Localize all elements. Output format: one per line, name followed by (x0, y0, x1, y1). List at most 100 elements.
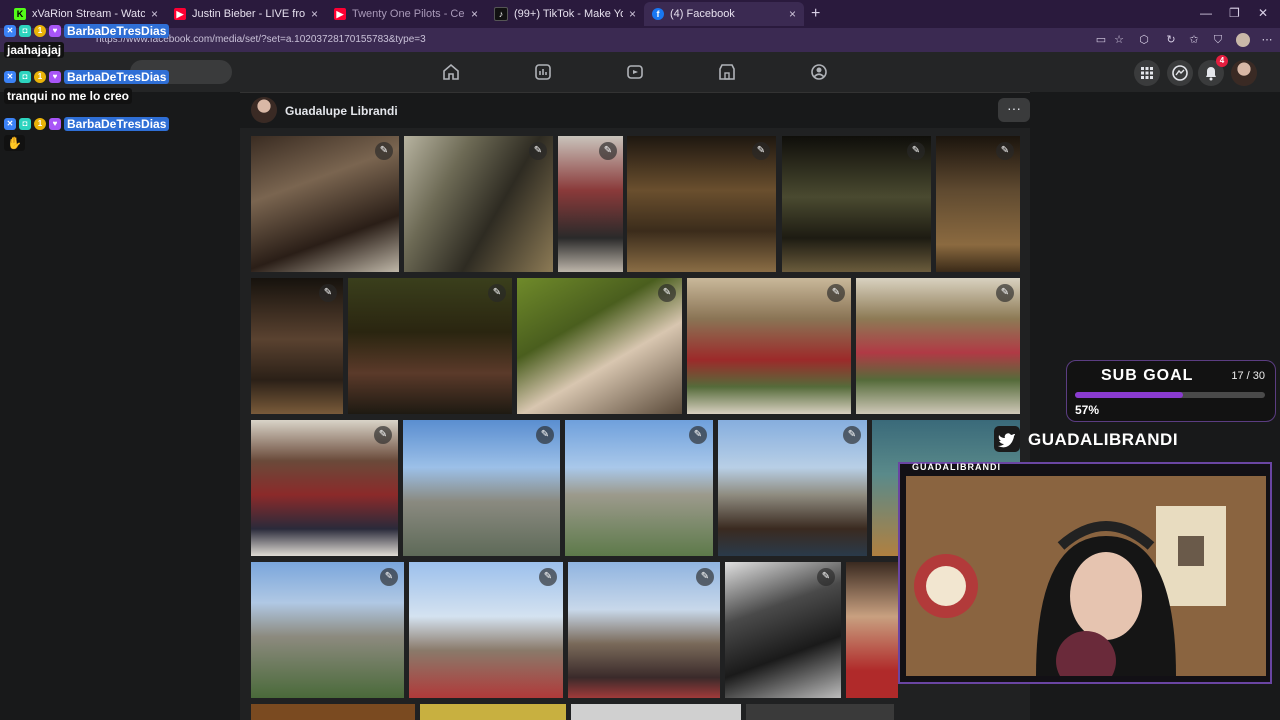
edit-icon[interactable]: ✎ (689, 426, 707, 444)
edit-icon[interactable]: ✎ (696, 568, 714, 586)
chat-username: BarbaDeTresDias (64, 117, 170, 131)
tab-youtube-top[interactable]: ▶ Twenty One Pilots - Center Mass × (326, 2, 486, 26)
shield-icon[interactable]: ⛉ (1211, 33, 1225, 47)
chat-username: BarbaDeTresDias (64, 24, 170, 38)
notification-badge: 4 (1216, 55, 1228, 67)
messenger-icon (1172, 65, 1188, 81)
close-tab-icon[interactable]: × (629, 7, 636, 21)
edit-icon[interactable]: ✎ (374, 426, 392, 444)
photo-thumbnail[interactable]: ✎ (568, 562, 720, 698)
edit-icon[interactable]: ✎ (319, 284, 337, 302)
edit-icon[interactable]: ✎ (658, 284, 676, 302)
close-tab-icon[interactable]: × (311, 7, 318, 21)
photo-thumbnail[interactable] (251, 704, 415, 720)
profile-icon[interactable] (1236, 33, 1250, 47)
photo-thumbnail[interactable] (420, 704, 566, 720)
sub-icon: ♥ (49, 118, 61, 130)
sub-goal-percent: 57% (1075, 403, 1100, 417)
level-icon: 1 (34, 118, 46, 130)
photo-thumbnail[interactable]: ✎ (687, 278, 851, 414)
owner-avatar[interactable] (251, 97, 277, 123)
refresh-icon[interactable]: ↻ (1164, 33, 1178, 47)
edit-icon[interactable]: ✎ (996, 284, 1014, 302)
twitter-handle-text: GUADALIBRANDI (1028, 430, 1179, 449)
favorites-icon[interactable]: ✩ (1187, 33, 1201, 47)
photo-thumbnail[interactable]: ✎ (856, 278, 1020, 414)
sub-goal-progress-fill (1075, 392, 1184, 398)
sub-icon: ♥ (49, 25, 61, 37)
close-tab-icon[interactable]: × (471, 7, 478, 21)
youtube-icon: ▶ (174, 8, 186, 20)
chat-username: BarbaDeTresDias (64, 70, 170, 84)
menu-grid-button[interactable] (1134, 60, 1160, 86)
chat-message: ✕ ◘ 1 ♥ BarbaDeTresDias jaahajajaj (4, 22, 234, 59)
webcam-feed (906, 476, 1266, 676)
edit-icon[interactable]: ✎ (488, 284, 506, 302)
photo-thumbnail[interactable]: ✎ (251, 420, 398, 556)
messenger-button[interactable] (1167, 60, 1193, 86)
chat-text: jaahajajaj (4, 42, 65, 58)
account-avatar[interactable] (1231, 60, 1257, 86)
edit-icon[interactable]: ✎ (907, 142, 925, 160)
photo-thumbnail[interactable]: ✎ (348, 278, 512, 414)
edit-icon[interactable]: ✎ (752, 142, 770, 160)
photo-thumbnail[interactable]: ✎ (517, 278, 682, 414)
watch-icon[interactable] (534, 63, 552, 81)
new-tab-icon[interactable]: + (811, 5, 820, 23)
photo-thumbnail[interactable]: ✎ (718, 420, 867, 556)
photo-thumbnail[interactable]: ✎ (409, 562, 563, 698)
album-owner-name[interactable]: Guadalupe Librandi (285, 104, 398, 118)
menu-icon[interactable]: ⋯ (1260, 33, 1274, 47)
close-icon[interactable]: ✕ (1258, 6, 1268, 20)
maximize-icon[interactable]: ❐ (1229, 6, 1240, 20)
chat-text: tranqui no me lo creo (4, 88, 133, 104)
chat-text: ✋ (4, 135, 25, 151)
chat-message: ✕ ◘ 1 ♥ BarbaDeTresDias ✋ (4, 115, 234, 152)
edit-icon[interactable]: ✎ (539, 568, 557, 586)
photo-thumbnail[interactable]: ✎ (251, 278, 343, 414)
sub-icon: ♥ (49, 71, 61, 83)
badge-icon: ✕ (4, 25, 16, 37)
edit-icon[interactable]: ✎ (827, 284, 845, 302)
photo-thumbnail[interactable]: ✎ (565, 420, 713, 556)
edit-icon[interactable]: ✎ (375, 142, 393, 160)
photo-thumbnail[interactable]: ✎ (558, 136, 623, 272)
edit-icon[interactable]: ✎ (599, 142, 617, 160)
edit-icon[interactable]: ✎ (536, 426, 554, 444)
edit-icon[interactable]: ✎ (817, 568, 835, 586)
tab-tiktok[interactable]: ♪ (99+) TikTok - Make Your Day × (486, 2, 644, 26)
marketplace-icon[interactable] (718, 63, 736, 81)
photo-thumbnail[interactable]: ✎ (251, 562, 404, 698)
photo-thumbnail[interactable]: ✎ (627, 136, 776, 272)
sub-goal-title: SUB GOAL (1101, 367, 1194, 384)
photo-thumbnail[interactable]: ✎ (725, 562, 841, 698)
sub-goal-widget: SUB GOAL 17 / 30 57% (1066, 360, 1276, 422)
more-options-button[interactable]: ··· (998, 98, 1030, 122)
photo-thumbnail[interactable]: ✎ (251, 136, 399, 272)
photo-thumbnail[interactable]: ✎ (403, 420, 560, 556)
photo-thumbnail[interactable]: ✎ (782, 136, 931, 272)
photo-thumbnail[interactable] (571, 704, 741, 720)
photo-thumbnail[interactable] (746, 704, 894, 720)
close-tab-icon[interactable]: × (789, 7, 796, 21)
edit-icon[interactable]: ✎ (380, 568, 398, 586)
star-icon[interactable]: ☆ (1112, 33, 1126, 47)
home-icon[interactable] (442, 63, 460, 81)
kick-icon: K (14, 8, 26, 20)
tab-title: Twenty One Pilots - Center Mass (352, 8, 465, 20)
close-tab-icon[interactable]: × (151, 7, 158, 21)
edit-icon[interactable]: ✎ (996, 142, 1014, 160)
video-icon[interactable] (626, 63, 644, 81)
minimize-icon[interactable]: — (1200, 6, 1212, 20)
edit-icon[interactable]: ✎ (529, 142, 547, 160)
extensions-icon[interactable]: ⬡ (1137, 33, 1151, 47)
photo-thumbnail[interactable] (846, 562, 898, 698)
facebook-icon: f (652, 8, 664, 20)
photo-thumbnail[interactable]: ✎ (404, 136, 553, 272)
tab-facebook[interactable]: f (4) Facebook × (644, 2, 804, 26)
edit-icon[interactable]: ✎ (843, 426, 861, 444)
tab-icon[interactable]: ▭ (1094, 33, 1108, 47)
groups-icon[interactable] (810, 63, 828, 81)
twitter-handle-overlay: GUADALIBRANDI (994, 424, 1264, 454)
photo-thumbnail[interactable]: ✎ (936, 136, 1020, 272)
